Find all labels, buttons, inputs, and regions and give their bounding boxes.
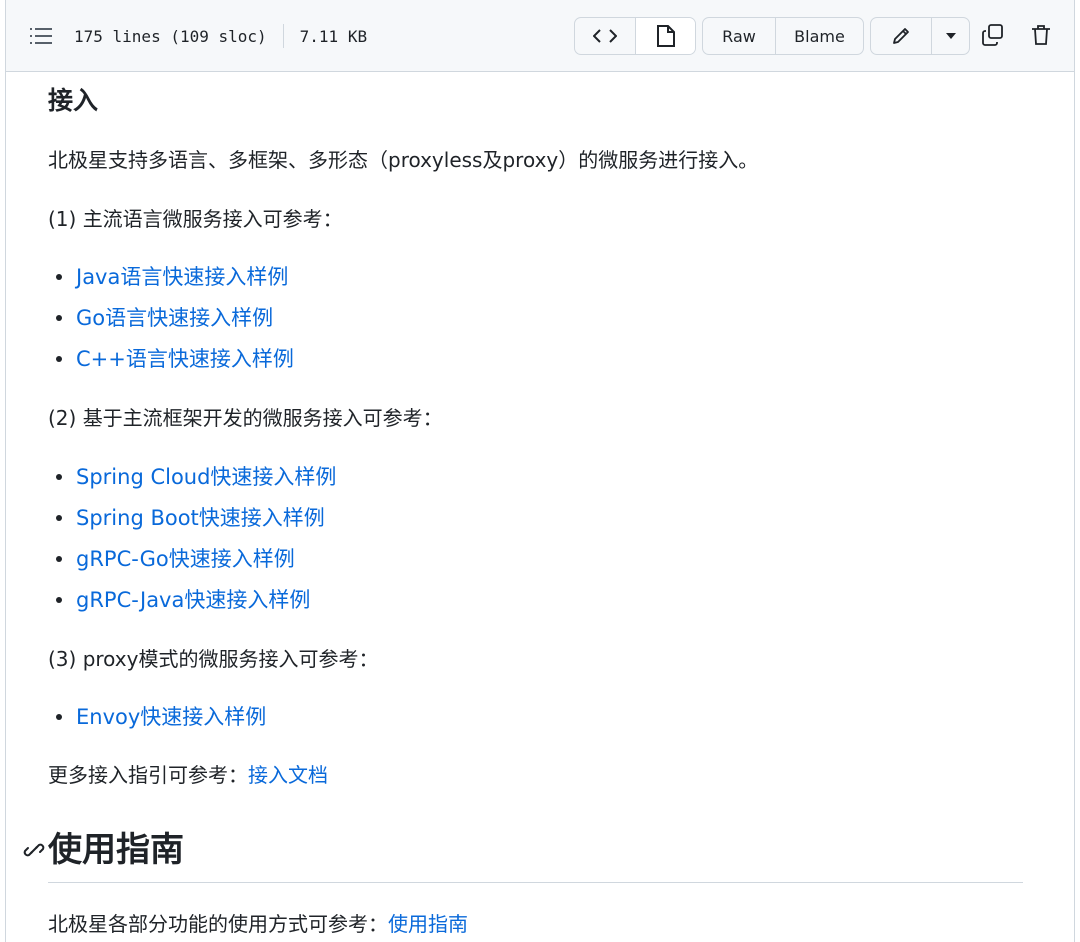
edit-group xyxy=(870,17,970,55)
edit-button[interactable] xyxy=(871,18,931,54)
cpp-sample-link[interactable]: C++语言快速接入样例 xyxy=(76,347,294,371)
meta-divider xyxy=(282,24,284,48)
bullet xyxy=(56,315,62,321)
bullet xyxy=(56,474,62,480)
bullet xyxy=(56,714,62,720)
list-item: Spring Boot快速接入样例 xyxy=(56,503,325,533)
code-icon xyxy=(593,28,617,44)
section-3-title: (3) proxy模式的微服务接入可参考： xyxy=(48,647,379,671)
raw-blame-group: Raw Blame xyxy=(702,17,864,55)
bullet xyxy=(56,515,62,521)
edit-dropdown-button[interactable] xyxy=(931,18,969,54)
usage-guide-heading: 使用指南 xyxy=(48,830,184,870)
blame-button[interactable]: Blame xyxy=(775,18,863,54)
file-icon xyxy=(656,25,675,47)
grpc-go-sample-link[interactable]: gRPC-Go快速接入样例 xyxy=(76,547,295,571)
triangle-down-icon xyxy=(945,32,957,40)
link-icon[interactable] xyxy=(22,838,46,862)
copy-button[interactable] xyxy=(978,20,1008,50)
bullet xyxy=(56,274,62,280)
list-item: gRPC-Go快速接入样例 xyxy=(56,544,295,574)
list-item: Spring Cloud快速接入样例 xyxy=(56,462,336,492)
list-item: C++语言快速接入样例 xyxy=(56,344,294,374)
list-unordered-icon[interactable] xyxy=(30,26,52,46)
section-2-title: (2) 基于主流框架开发的微服务接入可参考： xyxy=(48,406,443,430)
more-guide-text: 更多接入指引可参考： xyxy=(48,763,248,787)
file-toolbar: 175 lines (109 sloc) 7.11 KB Raw Blame xyxy=(6,0,1074,72)
spring-cloud-sample-link[interactable]: Spring Cloud快速接入样例 xyxy=(76,465,336,489)
raw-button[interactable]: Raw xyxy=(703,18,775,54)
section-heading: 接入 xyxy=(48,86,99,115)
trash-icon xyxy=(1031,24,1051,46)
intro-paragraph: 北极星支持多语言、多框架、多形态（proxyless及proxy）的微服务进行接… xyxy=(48,148,759,172)
usage-paragraph: 北极星各部分功能的使用方式可参考：使用指南 xyxy=(48,909,468,939)
go-sample-link[interactable]: Go语言快速接入样例 xyxy=(76,306,273,330)
usage-text: 北极星各部分功能的使用方式可参考： xyxy=(48,912,388,936)
list-item: Java语言快速接入样例 xyxy=(56,262,288,292)
view-toggle xyxy=(574,17,696,55)
pencil-icon xyxy=(891,26,911,46)
usage-guide-link[interactable]: 使用指南 xyxy=(388,912,468,936)
more-guide-paragraph: 更多接入指引可参考：接入文档 xyxy=(48,760,328,790)
preview-button[interactable] xyxy=(635,18,695,54)
file-size: 7.11 KB xyxy=(299,26,368,46)
bullet xyxy=(56,597,62,603)
file-meta: 175 lines (109 sloc) 7.11 KB xyxy=(30,24,367,48)
delete-button[interactable] xyxy=(1026,20,1056,50)
java-sample-link[interactable]: Java语言快速接入样例 xyxy=(76,265,288,289)
list-item: gRPC-Java快速接入样例 xyxy=(56,585,310,615)
access-docs-link[interactable]: 接入文档 xyxy=(248,763,328,787)
grpc-java-sample-link[interactable]: gRPC-Java快速接入样例 xyxy=(76,588,310,612)
list-item: Go语言快速接入样例 xyxy=(56,303,273,333)
list-item: Envoy快速接入样例 xyxy=(56,702,266,732)
bullet xyxy=(56,556,62,562)
bullet xyxy=(56,356,62,362)
heading-divider xyxy=(48,882,1023,883)
line-count: 175 lines (109 sloc) xyxy=(74,26,267,46)
spring-boot-sample-link[interactable]: Spring Boot快速接入样例 xyxy=(76,506,325,530)
copy-icon xyxy=(982,24,1004,46)
envoy-sample-link[interactable]: Envoy快速接入样例 xyxy=(76,705,266,729)
section-1-title: (1) 主流语言微服务接入可参考： xyxy=(48,207,343,231)
code-view-button[interactable] xyxy=(575,18,635,54)
